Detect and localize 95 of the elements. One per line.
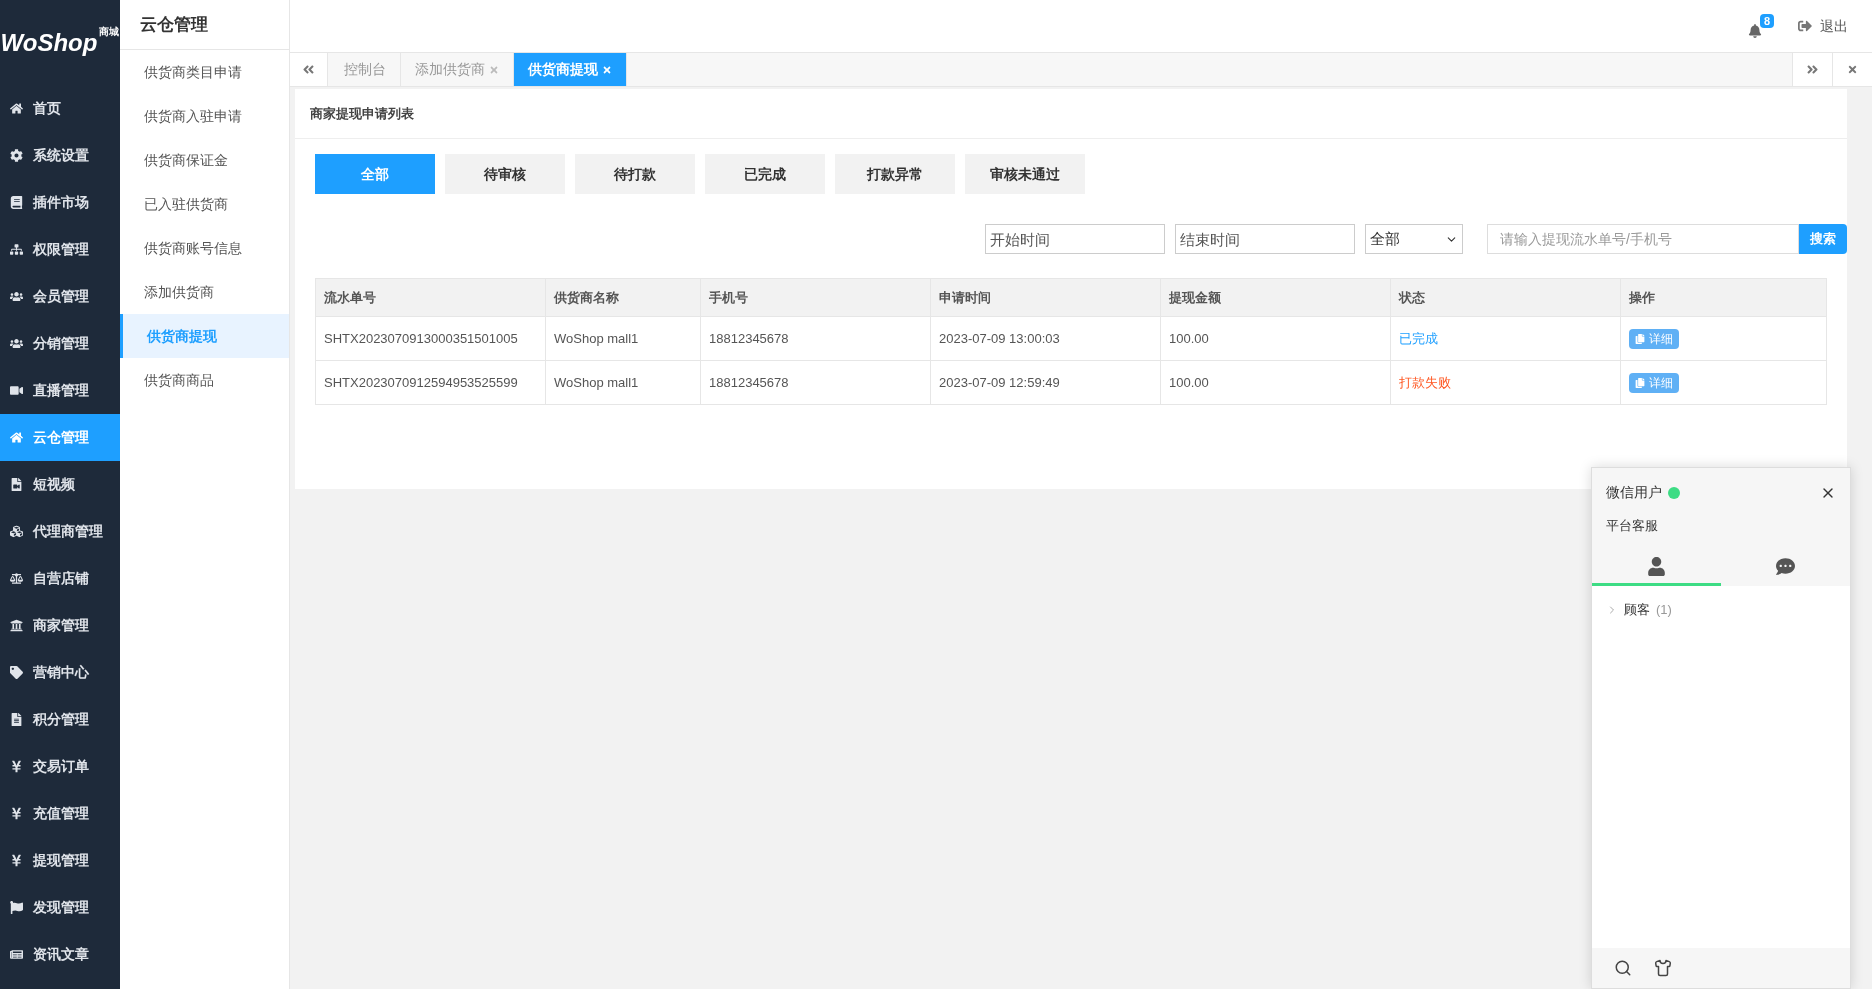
table-cell-text: WoShop mall1 — [554, 373, 639, 392]
gear-icon — [10, 149, 23, 162]
table-cell-text: 100.00 — [1169, 373, 1209, 392]
status-filter-tab[interactable]: 待审核 — [445, 154, 565, 194]
scale-icon — [10, 572, 23, 585]
sidebar-item[interactable]: 直播管理 — [0, 367, 120, 414]
contact-group[interactable]: 顾客 (1) — [1592, 600, 1850, 620]
chat-bubble-icon — [1776, 556, 1795, 576]
table-cell-text: SHTX2023070912594953525599 — [324, 373, 518, 392]
sidebar-item[interactable]: 发现管理 — [0, 884, 120, 931]
sidebar-item[interactable]: 资讯文章 — [0, 931, 120, 978]
book-icon — [10, 196, 23, 209]
status-filter-tab[interactable]: 审核未通过 — [965, 154, 1085, 194]
close-all-button[interactable] — [1832, 53, 1872, 86]
table-cell-text: 100.00 — [1169, 329, 1209, 348]
close-icon — [1847, 64, 1858, 75]
sidebar-item[interactable]: 充值管理 — [0, 790, 120, 837]
sidebar-item[interactable]: 首页 — [0, 85, 120, 132]
shirt-icon[interactable] — [1654, 959, 1672, 977]
document-icon — [10, 713, 23, 726]
newspaper-icon — [10, 948, 23, 961]
column-header: 操作 — [1629, 288, 1655, 307]
bank-icon — [10, 619, 23, 632]
home-icon — [10, 431, 23, 444]
column-header: 提现金额 — [1169, 288, 1221, 307]
submenu-item[interactable]: 供货商账号信息 — [120, 226, 289, 270]
copy-icon — [1635, 333, 1645, 344]
submenu-item[interactable]: 供货商类目申请 — [120, 50, 289, 94]
column-header: 状态 — [1399, 288, 1425, 307]
sidebar-item[interactable]: 自营店铺 — [0, 555, 120, 602]
status-filter-tab[interactable]: 打款异常 — [835, 154, 955, 194]
status-filter-tab[interactable]: 待打款 — [575, 154, 695, 194]
cubes-icon — [10, 525, 23, 538]
copy-icon — [1635, 377, 1645, 388]
submenu-item[interactable]: 已入驻供货商 — [120, 182, 289, 226]
users-icon — [10, 290, 23, 303]
tag-icon — [10, 666, 23, 679]
bell-icon — [1748, 24, 1762, 38]
end-time-field[interactable]: 结束时间 — [1175, 224, 1355, 254]
sidebar-item[interactable]: 提现管理 — [0, 837, 120, 884]
flag-icon — [10, 901, 23, 914]
search-icon[interactable] — [1614, 959, 1632, 977]
chat-subtitle: 平台客服 — [1606, 518, 1658, 533]
sidebar-item[interactable]: 营销中心 — [0, 649, 120, 696]
table-cell-text: 18812345678 — [709, 329, 789, 348]
status-filter-tab[interactable]: 已完成 — [705, 154, 825, 194]
table-cell-text: 2023-07-09 12:59:49 — [939, 373, 1060, 392]
card-title: 商家提现申请列表 — [310, 104, 414, 123]
table-cell-text: SHTX2023070913000351501005 — [324, 329, 518, 348]
submenu-item[interactable]: 供货商保证金 — [120, 138, 289, 182]
video-file-icon — [10, 478, 23, 491]
sidebar-item[interactable]: 分销管理 — [0, 320, 120, 367]
home-icon — [10, 102, 23, 115]
notification-badge: 8 — [1759, 14, 1774, 28]
status-text: 已完成 — [1399, 329, 1438, 348]
submenu-title: 云仓管理 — [140, 13, 208, 36]
sidebar-item[interactable]: 商家管理 — [0, 602, 120, 649]
status-text: 打款失败 — [1399, 373, 1451, 392]
sidebar-item[interactable]: 代理商管理 — [0, 508, 120, 555]
users-icon — [10, 337, 23, 350]
logout-link[interactable]: 退出 — [1798, 15, 1848, 37]
logout-icon — [1798, 19, 1812, 33]
chat-user-name: 微信用户 — [1606, 483, 1662, 502]
submenu-item[interactable]: 供货商商品 — [120, 358, 289, 402]
logo-tag: 商城 — [99, 24, 120, 39]
submenu-item[interactable]: 供货商入驻申请 — [120, 94, 289, 138]
person-icon — [1647, 556, 1666, 576]
table-cell-text: 2023-07-09 13:00:03 — [939, 329, 1060, 348]
sidebar-item[interactable]: 插件市场 — [0, 179, 120, 226]
sidebar-item[interactable]: 积分管理 — [0, 696, 120, 743]
yen-icon — [10, 807, 23, 820]
table-cell-text: WoShop mall1 — [554, 329, 639, 348]
column-header: 申请时间 — [939, 288, 991, 307]
submenu-item[interactable]: 添加供货商 — [120, 270, 289, 314]
double-left-icon — [302, 63, 315, 76]
sidebar-item[interactable]: 短视频 — [0, 461, 120, 508]
column-header: 流水单号 — [324, 288, 376, 307]
sidebar-item[interactable]: 权限管理 — [0, 226, 120, 273]
column-header: 手机号 — [709, 288, 748, 307]
start-time-field[interactable]: 开始时间 — [985, 224, 1165, 254]
yen-icon — [10, 760, 23, 773]
sidebar-item[interactable]: 系统设置 — [0, 132, 120, 179]
logo-text: WoShop — [0, 27, 98, 58]
status-select[interactable]: 全部 — [1365, 224, 1463, 254]
table-cell-text: 18812345678 — [709, 373, 789, 392]
scroll-right-button[interactable] — [1792, 53, 1832, 86]
camera-icon — [10, 384, 23, 397]
sidebar-item[interactable]: 交易订单 — [0, 743, 120, 790]
sidebar-item[interactable]: 会员管理 — [0, 273, 120, 320]
double-right-icon — [1806, 63, 1819, 76]
sitemap-icon — [10, 243, 23, 256]
yen-icon — [10, 854, 23, 867]
scroll-left-button[interactable] — [290, 53, 328, 86]
column-header: 供货商名称 — [554, 288, 619, 307]
search-field[interactable]: 请输入提现流水单号/手机号 — [1487, 224, 1799, 254]
